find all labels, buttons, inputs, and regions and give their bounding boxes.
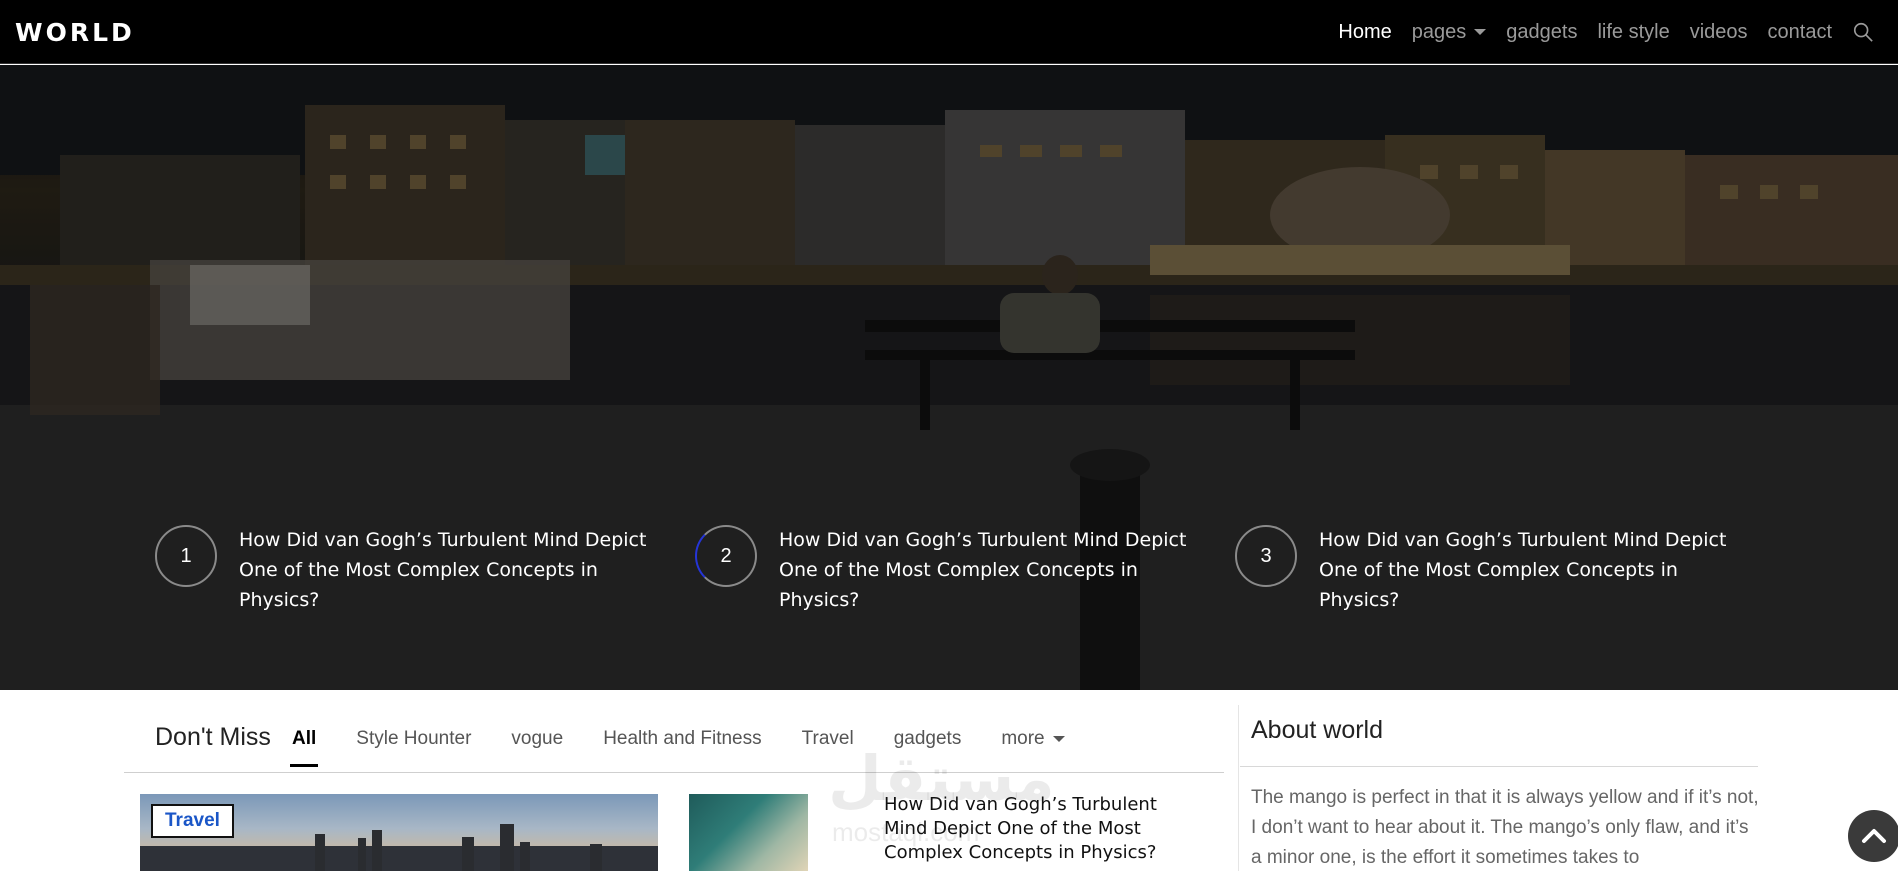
brand-logo[interactable]: WORLD xyxy=(15,18,135,47)
about-title: About world xyxy=(1251,716,1384,744)
hero-slider: 1 How Did van Gogh’s Turbulent Mind Depi… xyxy=(0,65,1898,690)
section-title: Don't Miss xyxy=(155,723,271,751)
headline-number: 2 xyxy=(695,525,757,587)
headline-title: How Did van Gogh’s Turbulent Mind Depict… xyxy=(1319,529,1727,611)
dont-miss-header: Don't Miss All Style Hounter vogue Healt… xyxy=(124,705,1224,773)
sidebar-divider xyxy=(1238,705,1239,871)
hero-headline-3[interactable]: 3 How Did van Gogh’s Turbulent Mind Depi… xyxy=(1235,525,1749,615)
hero-headline-2[interactable]: 2 How Did van Gogh’s Turbulent Mind Depi… xyxy=(695,525,1209,615)
tab-all[interactable]: All xyxy=(289,711,319,767)
tab-health-and-fitness[interactable]: Health and Fitness xyxy=(603,711,761,767)
search-icon[interactable] xyxy=(1852,21,1874,43)
about-divider xyxy=(1240,766,1758,767)
tab-vogue[interactable]: vogue xyxy=(511,711,563,767)
nav-link-contact[interactable]: contact xyxy=(1768,21,1832,44)
nav-link-pages-label: pages xyxy=(1411,20,1467,43)
tab-style-hounter[interactable]: Style Hounter xyxy=(356,711,471,767)
category-badge[interactable]: Travel xyxy=(151,804,234,838)
about-text: The mango is perfect in that it is alway… xyxy=(1251,787,1759,868)
headline-number: 1 xyxy=(155,525,217,587)
headline-number: 3 xyxy=(1235,525,1297,587)
scroll-to-top-button[interactable] xyxy=(1848,810,1898,862)
chevron-up-icon xyxy=(1862,829,1886,843)
headline-title: How Did van Gogh’s Turbulent Mind Depict… xyxy=(239,529,647,611)
nav-link-home[interactable]: Home xyxy=(1338,21,1391,44)
headline-title: How Did van Gogh’s Turbulent Mind Depict… xyxy=(779,529,1187,611)
side-article-title[interactable]: How Did van Gogh’s Turbulent Mind Depict… xyxy=(884,793,1174,865)
nav-link-gadgets[interactable]: gadgets xyxy=(1506,21,1577,44)
nav-link-videos[interactable]: videos xyxy=(1690,21,1748,44)
top-navbar: WORLD Home pages gadgets life style vide… xyxy=(0,0,1898,64)
nav-links: Home pages gadgets life style videos con… xyxy=(1318,0,1874,64)
nav-link-pages[interactable]: pages xyxy=(1412,21,1487,44)
nav-link-life-style[interactable]: life style xyxy=(1597,21,1669,44)
side-article-thumbnail[interactable] xyxy=(689,794,808,871)
featured-article-image[interactable]: Travel xyxy=(140,794,658,871)
hero-headline-1[interactable]: 1 How Did van Gogh’s Turbulent Mind Depi… xyxy=(155,525,669,615)
chevron-down-icon xyxy=(1474,29,1487,35)
